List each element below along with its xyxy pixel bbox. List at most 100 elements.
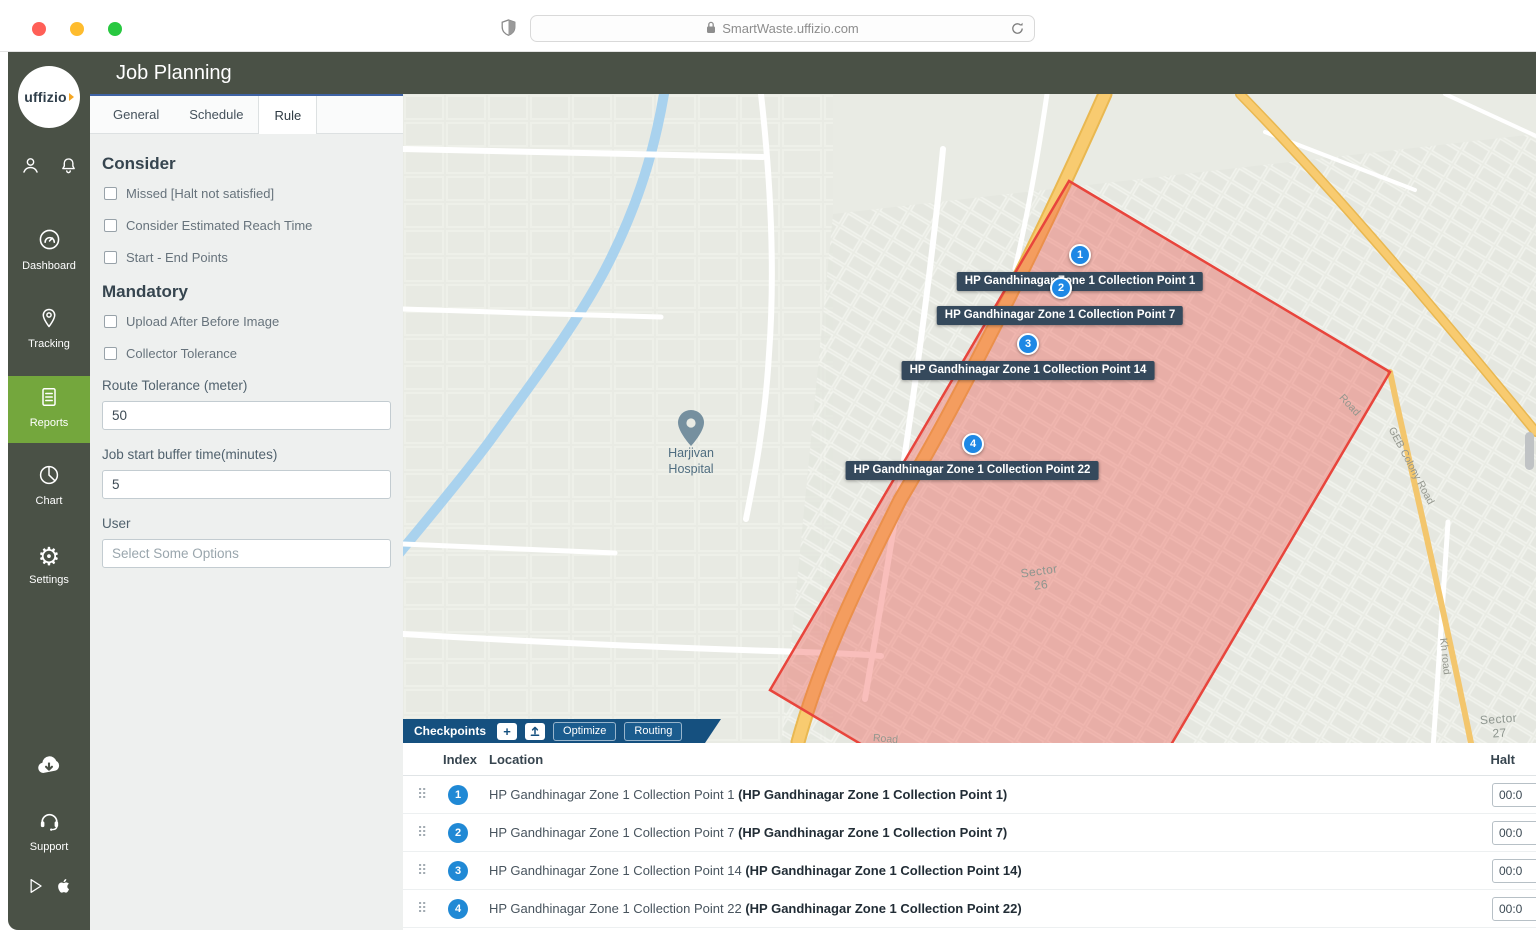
row-index-badge: 3	[448, 861, 468, 881]
tab-schedule[interactable]: Schedule	[174, 96, 258, 133]
halt-input[interactable]	[1492, 897, 1536, 921]
upload-after-before-image-checkbox[interactable]	[104, 315, 117, 328]
user-select-input[interactable]	[102, 539, 391, 568]
map-scrollbar-thumb[interactable]	[1525, 432, 1534, 470]
map-marker-1[interactable]: 1	[1069, 244, 1091, 266]
halt-input[interactable]	[1492, 821, 1536, 845]
reports-document-icon	[37, 385, 61, 412]
page-header: Job Planning	[90, 52, 1536, 94]
drag-handle-icon[interactable]: ⠿	[417, 786, 443, 803]
cloud-download-button[interactable]	[34, 751, 64, 782]
drag-handle-icon[interactable]: ⠿	[417, 900, 443, 917]
drag-handle-icon[interactable]: ⠿	[417, 862, 443, 879]
map-marker-4[interactable]: 4	[962, 433, 984, 455]
tab-general[interactable]: General	[98, 96, 174, 133]
sidebar-item-label: Tracking	[28, 338, 70, 350]
map-marker-3[interactable]: 3	[1017, 333, 1039, 355]
checkpoints-table: Index Location Halt ⠿ 1 HP Gandhinagar Z…	[403, 743, 1536, 930]
bell-icon[interactable]	[58, 155, 79, 181]
collection-point-7-label: HP Gandhinagar Zone 1 Collection Point 7	[937, 306, 1183, 325]
collection-point-1-label: HP Gandhinagar Zone 1 Collection Point 1	[957, 272, 1203, 291]
sidebar-item-reports[interactable]: Reports	[8, 376, 90, 443]
sidebar-item-chart[interactable]: Chart	[8, 463, 90, 507]
panel-tabs: General Schedule Rule	[90, 96, 403, 134]
checkbox-label: Upload After Before Image	[126, 314, 279, 329]
start-end-points-checkbox[interactable]	[104, 251, 117, 264]
index-column-header: Index	[443, 752, 489, 767]
mandatory-section-title: Mandatory	[102, 282, 391, 302]
window-close-button[interactable]	[32, 22, 46, 36]
table-row: ⠿ 2 HP Gandhinagar Zone 1 Collection Poi…	[403, 814, 1536, 852]
map-canvas[interactable]: Harjivan Hospital Sector 26 Sector 27 GE…	[403, 94, 1536, 930]
dashboard-gauge-icon	[37, 227, 62, 255]
window-zoom-button[interactable]	[108, 22, 122, 36]
drag-handle-icon[interactable]: ⠿	[417, 824, 443, 841]
sidebar-item-settings[interactable]: ⚙ Settings	[8, 545, 90, 586]
row-index-badge: 2	[448, 823, 468, 843]
tab-rule[interactable]: Rule	[258, 96, 317, 134]
sidebar-item-label: Chart	[36, 495, 63, 507]
sidebar-item-label: Dashboard	[22, 260, 76, 272]
app-content: uffizio Dashboard	[0, 52, 1536, 934]
checkpoints-table-header: Index Location Halt	[403, 743, 1536, 776]
sidebar-item-support[interactable]: Support	[8, 808, 90, 853]
table-row: ⠿ 4 HP Gandhinagar Zone 1 Collection Poi…	[403, 890, 1536, 928]
row-index-badge: 1	[448, 785, 468, 805]
table-row: ⠿ 3 HP Gandhinagar Zone 1 Collection Poi…	[403, 852, 1536, 890]
window-minimize-button[interactable]	[70, 22, 84, 36]
sidebar-item-tracking[interactable]: Tracking	[8, 306, 90, 350]
user-icon[interactable]	[20, 155, 41, 181]
url-text: SmartWaste.uffizio.com	[722, 21, 859, 36]
logo-text: uffizio	[24, 89, 67, 105]
sidebar-item-dashboard[interactable]: Dashboard	[8, 227, 90, 272]
shield-icon[interactable]	[501, 19, 516, 41]
browser-toolbar: SmartWaste.uffizio.com	[0, 0, 1536, 52]
chart-pie-icon	[37, 463, 61, 490]
google-play-icon[interactable]	[26, 876, 45, 901]
sector-26-label: Sector 26	[1020, 562, 1061, 595]
support-headset-icon	[37, 808, 62, 836]
lock-icon	[706, 21, 716, 37]
halt-input[interactable]	[1492, 783, 1536, 807]
row-location: HP Gandhinagar Zone 1 Collection Point 1…	[489, 863, 1536, 878]
table-row: ⠿ 1 HP Gandhinagar Zone 1 Collection Poi…	[403, 776, 1536, 814]
sidebar-item-label: Support	[30, 841, 69, 853]
row-location: HP Gandhinagar Zone 1 Collection Point 7…	[489, 825, 1536, 840]
halt-column-header: Halt	[1476, 752, 1536, 767]
map-marker-2[interactable]: 2	[1050, 277, 1072, 299]
missed-checkbox[interactable]	[104, 187, 117, 200]
poi-harjivan-hospital: Harjivan Hospital	[668, 446, 714, 477]
upload-checkpoints-button[interactable]	[525, 723, 545, 740]
location-column-header: Location	[489, 752, 1476, 767]
settings-gear-icon: ⚙	[38, 545, 60, 569]
routing-button[interactable]: Routing	[624, 722, 682, 741]
halt-input[interactable]	[1492, 859, 1536, 883]
checkbox-label: Consider Estimated Reach Time	[126, 218, 312, 233]
collector-tolerance-checkbox[interactable]	[104, 347, 117, 360]
address-bar[interactable]: SmartWaste.uffizio.com	[530, 15, 1035, 42]
sidebar-item-label: Settings	[29, 574, 69, 586]
sidebar: uffizio Dashboard	[8, 52, 90, 930]
checkpoints-toolbar: Checkpoints + Optimize Routing	[403, 719, 721, 743]
checkpoints-tab[interactable]: Checkpoints	[414, 724, 486, 738]
buffer-time-input[interactable]	[102, 470, 391, 499]
estimated-reach-time-checkbox[interactable]	[104, 219, 117, 232]
collection-point-14-label: HP Gandhinagar Zone 1 Collection Point 1…	[902, 361, 1155, 380]
collection-point-22-label: HP Gandhinagar Zone 1 Collection Point 2…	[846, 461, 1099, 480]
checkbox-label: Start - End Points	[126, 250, 228, 265]
apple-icon[interactable]	[54, 875, 73, 902]
buffer-time-label: Job start buffer time(minutes)	[102, 447, 391, 462]
page-title: Job Planning	[90, 52, 1536, 94]
row-location: HP Gandhinagar Zone 1 Collection Point 1…	[489, 787, 1536, 802]
sidebar-item-label: Reports	[30, 417, 69, 429]
add-checkpoint-button[interactable]: +	[497, 723, 517, 740]
route-tolerance-input[interactable]	[102, 401, 391, 430]
optimize-button[interactable]: Optimize	[553, 722, 616, 741]
checkbox-label: Collector Tolerance	[126, 346, 237, 361]
tracking-pin-icon	[37, 306, 61, 333]
row-location: HP Gandhinagar Zone 1 Collection Point 2…	[489, 901, 1536, 916]
logo-arrow-mark	[69, 93, 74, 101]
uffizio-logo: uffizio	[18, 66, 80, 128]
refresh-icon[interactable]	[1010, 21, 1025, 39]
app-window: SmartWaste.uffizio.com uffizio	[0, 0, 1536, 934]
